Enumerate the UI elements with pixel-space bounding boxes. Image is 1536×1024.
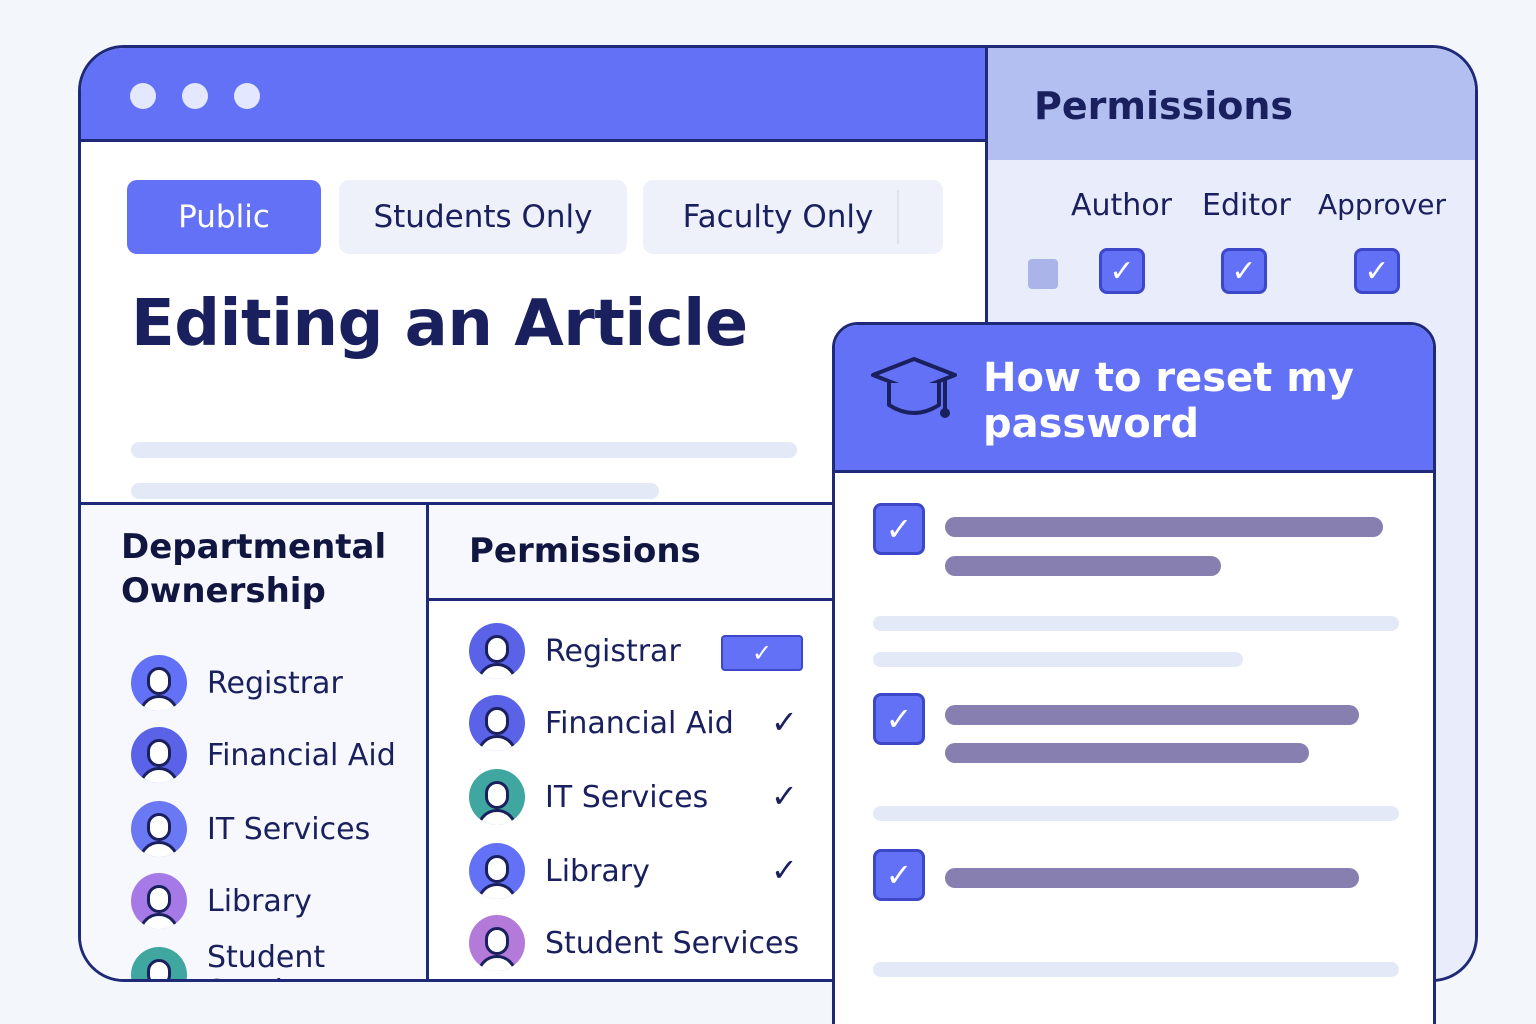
role-checkbox-author[interactable]: ✓ <box>1099 248 1145 294</box>
role-label-author: Author <box>1071 188 1173 223</box>
tab-public[interactable]: Public <box>127 180 321 254</box>
department-item[interactable]: IT Services <box>131 801 421 857</box>
department-item[interactable]: Library <box>131 873 421 929</box>
help-card-title: How to reset my password <box>983 355 1354 447</box>
check-icon[interactable]: ✓ <box>771 777 798 815</box>
permission-item[interactable]: Student Services <box>469 915 799 971</box>
text-placeholder-line <box>873 652 1243 667</box>
text-placeholder-bar <box>945 868 1359 888</box>
tab-divider <box>897 190 899 244</box>
check-icon: ✓ <box>1231 253 1257 289</box>
department-item-label: IT Services <box>207 811 371 847</box>
role-checkbox-approver[interactable]: ✓ <box>1354 248 1400 294</box>
role-label-approver: Approver <box>1318 188 1447 221</box>
window-control-dot[interactable] <box>182 83 208 109</box>
check-icon: ✓ <box>885 510 913 548</box>
window-control-dot[interactable] <box>130 83 156 109</box>
avatar <box>131 801 187 857</box>
permission-item-label: Library <box>545 853 650 889</box>
avatar <box>469 769 525 825</box>
avatar <box>469 843 525 899</box>
permission-toggle[interactable]: ✓ <box>721 635 803 671</box>
permissions-heading: Permissions <box>469 531 701 571</box>
check-icon: ✓ <box>885 700 913 738</box>
text-placeholder-bar <box>945 517 1383 537</box>
avatar <box>131 727 187 783</box>
avatar <box>131 873 187 929</box>
permission-item-label: Financial Aid <box>545 705 734 741</box>
text-placeholder-line <box>873 806 1399 821</box>
help-card-header: How to reset my password <box>835 325 1433 473</box>
window-titlebar <box>81 48 985 142</box>
text-placeholder-line <box>873 962 1399 977</box>
role-label-editor: Editor <box>1202 188 1291 223</box>
step-checkbox[interactable]: ✓ <box>873 503 925 555</box>
department-item[interactable]: Registrar <box>131 655 421 711</box>
step-checkbox[interactable]: ✓ <box>873 693 925 745</box>
role-checkbox-editor[interactable]: ✓ <box>1221 248 1267 294</box>
department-item[interactable]: Financial Aid <box>131 727 421 783</box>
departmental-ownership-heading: Departmental Ownership <box>121 527 387 611</box>
avatar <box>469 623 525 679</box>
tab-faculty-only-label: Faculty Only <box>682 199 874 235</box>
permission-item[interactable]: Financial Aid <box>469 695 734 751</box>
department-item[interactable]: Student Services <box>131 940 421 980</box>
check-icon[interactable]: ✓ <box>771 851 798 889</box>
text-placeholder-bar <box>945 556 1221 576</box>
window-control-dot[interactable] <box>234 83 260 109</box>
text-placeholder-bar <box>945 705 1359 725</box>
tab-faculty-only[interactable]: Faculty Only <box>643 180 943 254</box>
check-icon: ✓ <box>885 856 913 894</box>
department-item-label: Registrar <box>207 665 343 701</box>
department-item-label: Library <box>207 883 312 919</box>
tab-students-only[interactable]: Students Only <box>339 180 627 254</box>
departmental-ownership-panel: Departmental Ownership Registrar Financia… <box>81 505 429 980</box>
permission-item[interactable]: IT Services <box>469 769 708 825</box>
tab-students-only-label: Students Only <box>373 199 593 235</box>
avatar <box>469 915 525 971</box>
avatar <box>469 695 525 751</box>
avatar <box>131 947 187 979</box>
role-permissions-title: Permissions <box>1034 84 1294 128</box>
role-permissions-header: Permissions <box>988 48 1475 160</box>
avatar <box>131 655 187 711</box>
role-checkbox-unchecked[interactable] <box>1028 259 1058 289</box>
text-placeholder-line <box>873 616 1399 631</box>
department-item-label: Student Services <box>207 940 334 980</box>
permission-item[interactable]: Library <box>469 843 650 899</box>
check-icon: ✓ <box>1109 253 1135 289</box>
page-title: Editing an Article <box>131 287 748 361</box>
permission-item-label: IT Services <box>545 779 709 815</box>
text-placeholder-line <box>131 442 797 458</box>
step-checkbox[interactable]: ✓ <box>873 849 925 901</box>
check-icon[interactable]: ✓ <box>771 703 798 741</box>
text-placeholder-line <box>131 483 659 499</box>
department-item-label: Financial Aid <box>207 737 396 773</box>
tab-public-label: Public <box>178 199 270 235</box>
permission-item[interactable]: Registrar <box>469 623 681 679</box>
permission-item-label: Registrar <box>545 633 681 669</box>
text-placeholder-bar <box>945 743 1309 763</box>
help-article-card: How to reset my password ✓ ✓ ✓ <box>832 322 1436 1024</box>
graduation-cap-icon <box>871 357 957 418</box>
permission-item-label: Student Services <box>545 925 800 961</box>
check-icon: ✓ <box>1364 253 1390 289</box>
